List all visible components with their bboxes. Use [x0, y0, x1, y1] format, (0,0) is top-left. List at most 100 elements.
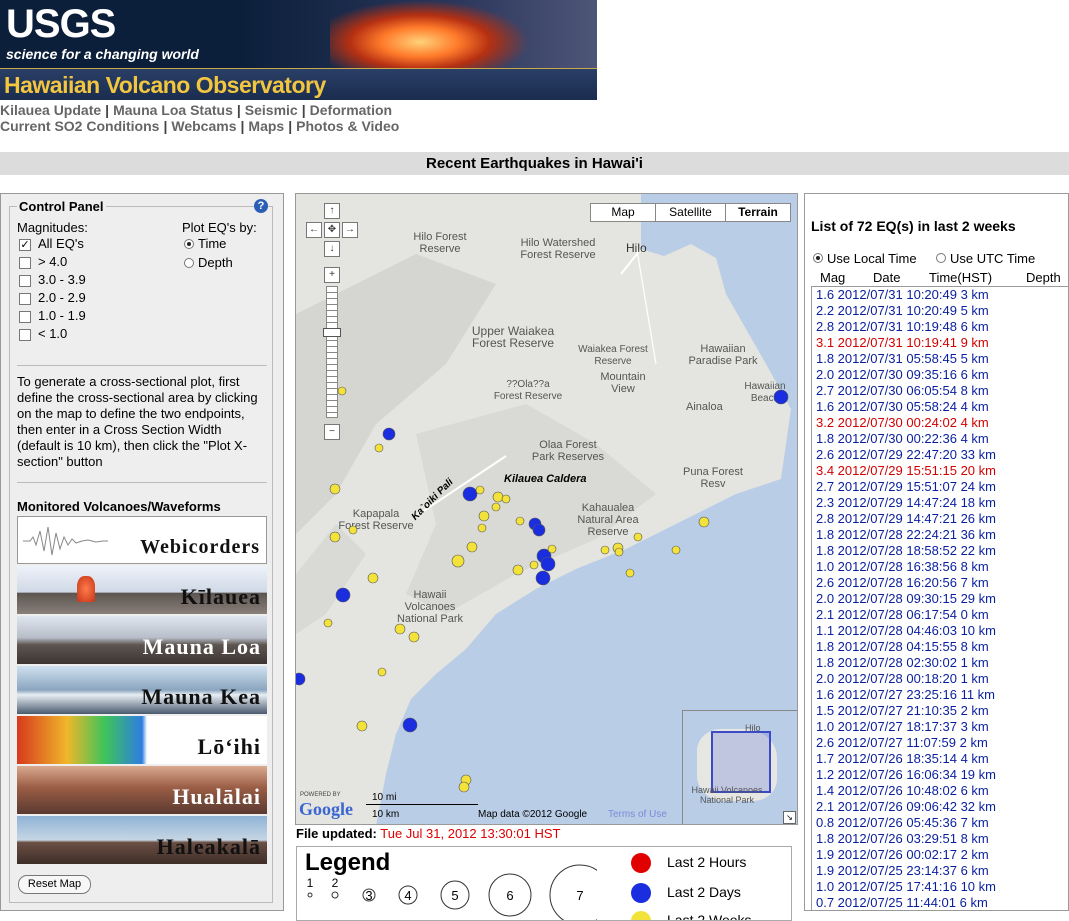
- help-icon[interactable]: ?: [254, 199, 268, 213]
- earthquake-marker[interactable]: [323, 618, 333, 628]
- google-logo[interactable]: Google: [299, 799, 353, 820]
- eq-list-row[interactable]: 1.8 2012/07/28 22:24:21 36 km: [812, 527, 1069, 543]
- eq-list-row[interactable]: 1.6 2012/07/27 23:25:16 11 km: [812, 687, 1069, 703]
- earthquake-marker[interactable]: [478, 510, 490, 522]
- earthquake-marker[interactable]: [367, 572, 379, 584]
- mauna-kea-link[interactable]: Mauna Kea: [17, 666, 267, 714]
- usgs-hvo-banner[interactable]: USGS science for a changing world Hawaii…: [0, 0, 597, 100]
- eq-list[interactable]: 1.6 2012/07/31 10:20:49 3 km 2.2 2012/07/…: [811, 286, 1069, 911]
- earthquake-marker[interactable]: [529, 560, 539, 570]
- eq-list-row[interactable]: 0.7 2012/07/25 11:44:01 6 km: [812, 895, 1069, 910]
- eq-list-row[interactable]: 1.4 2012/07/26 10:48:02 6 km: [812, 783, 1069, 799]
- mauna-loa-link[interactable]: Mauna Loa: [17, 616, 267, 664]
- loihi-link[interactable]: Lō‘ihi: [17, 716, 267, 764]
- eq-list-row[interactable]: 1.5 2012/07/27 21:10:35 2 km: [812, 703, 1069, 719]
- nav-kilauea-update[interactable]: Kilauea Update: [0, 102, 101, 118]
- eq-list-row[interactable]: 2.1 2012/07/26 09:06:42 32 km: [812, 799, 1069, 815]
- eq-list-row[interactable]: 2.2 2012/07/31 10:20:49 5 km: [812, 303, 1069, 319]
- earthquake-marker[interactable]: [462, 486, 478, 502]
- earthquake-marker[interactable]: [402, 717, 418, 733]
- haleakala-link[interactable]: Haleakalā: [17, 816, 267, 864]
- nav-mauna-loa-status[interactable]: Mauna Loa Status: [113, 102, 233, 118]
- earthquake-marker[interactable]: [515, 516, 525, 526]
- magnitude-checkbox[interactable]: [19, 329, 31, 341]
- local-time-radio[interactable]: [813, 253, 823, 263]
- eq-list-row[interactable]: 3.2 2012/07/30 00:24:02 4 km: [812, 415, 1069, 431]
- earthquake-marker[interactable]: [625, 568, 635, 578]
- eq-list-row[interactable]: 3.4 2012/07/29 15:51:15 20 km: [812, 463, 1069, 479]
- earthquake-marker[interactable]: [477, 523, 487, 533]
- eq-list-row[interactable]: 1.1 2012/07/28 04:46:03 10 km: [812, 623, 1069, 639]
- eq-list-row[interactable]: 1.8 2012/07/30 00:22:36 4 km: [812, 431, 1069, 447]
- earthquake-marker[interactable]: [501, 494, 511, 504]
- inset-viewport[interactable]: [711, 731, 771, 793]
- eq-list-row[interactable]: 2.7 2012/07/30 06:05:54 8 km: [812, 383, 1069, 399]
- reset-map-button[interactable]: Reset Map: [18, 875, 91, 894]
- earthquake-marker[interactable]: [492, 491, 504, 503]
- earthquake-marker[interactable]: [394, 623, 406, 635]
- eq-list-row[interactable]: 0.8 2012/07/26 05:45:36 7 km: [812, 815, 1069, 831]
- eq-list-row[interactable]: 1.9 2012/07/26 00:02:17 2 km: [812, 847, 1069, 863]
- earthquake-marker[interactable]: [475, 485, 485, 495]
- earthquake-marker[interactable]: [451, 554, 465, 568]
- earthquake-marker[interactable]: [773, 389, 789, 405]
- eq-list-row[interactable]: 1.0 2012/07/27 18:17:37 3 km: [812, 719, 1069, 735]
- eq-list-row[interactable]: 2.0 2012/07/28 00:18:20 1 km: [812, 671, 1069, 687]
- eq-list-row[interactable]: 1.8 2012/07/28 04:15:55 8 km: [812, 639, 1069, 655]
- magnitude-checkbox[interactable]: [19, 275, 31, 287]
- earthquake-marker[interactable]: [547, 544, 557, 554]
- nav-maps[interactable]: Maps: [248, 118, 284, 134]
- earthquake-marker[interactable]: [698, 516, 710, 528]
- eq-list-row[interactable]: 1.2 2012/07/26 16:06:34 19 km: [812, 767, 1069, 783]
- plot-by-depth-radio[interactable]: [184, 258, 194, 268]
- earthquake-marker[interactable]: [356, 720, 368, 732]
- earthquake-marker[interactable]: [329, 531, 341, 543]
- nav-seismic[interactable]: Seismic: [245, 102, 298, 118]
- eq-list-row[interactable]: 2.0 2012/07/30 09:35:16 6 km: [812, 367, 1069, 383]
- earthquake-marker[interactable]: [671, 545, 681, 555]
- earthquake-marker[interactable]: [335, 587, 351, 603]
- eq-list-row[interactable]: 2.6 2012/07/29 22:47:20 33 km: [812, 447, 1069, 463]
- earthquake-marker[interactable]: [458, 781, 470, 793]
- eq-list-row[interactable]: 3.1 2012/07/31 10:19:41 9 km: [812, 335, 1069, 351]
- nav-photos-video[interactable]: Photos & Video: [296, 118, 399, 134]
- earthquake-marker[interactable]: [382, 427, 396, 441]
- earthquake-marker[interactable]: [377, 667, 387, 677]
- terms-of-use-link[interactable]: Terms of Use: [608, 809, 667, 820]
- eq-list-row[interactable]: 2.0 2012/07/28 09:30:15 29 km: [812, 591, 1069, 607]
- plot-by-time-radio[interactable]: [184, 239, 194, 249]
- eq-list-row[interactable]: 2.1 2012/07/28 06:17:54 0 km: [812, 607, 1069, 623]
- magnitude-checkbox[interactable]: ✓: [19, 239, 31, 251]
- eq-list-row[interactable]: 2.7 2012/07/29 15:51:07 24 km: [812, 479, 1069, 495]
- webicorders-link[interactable]: Webicorders: [17, 516, 267, 564]
- eq-list-row[interactable]: 2.8 2012/07/31 10:19:48 6 km: [812, 319, 1069, 335]
- nav-deformation[interactable]: Deformation: [310, 102, 392, 118]
- earthquake-marker[interactable]: [408, 631, 420, 643]
- inset-toggle-icon[interactable]: ↘: [783, 811, 796, 824]
- hualalai-link[interactable]: Hualālai: [17, 766, 267, 814]
- earthquake-marker[interactable]: [296, 672, 306, 686]
- earthquake-marker[interactable]: [600, 545, 610, 555]
- eq-list-row[interactable]: 1.0 2012/07/25 17:41:16 10 km: [812, 879, 1069, 895]
- eq-list-row[interactable]: 1.0 2012/07/28 16:38:56 8 km: [812, 559, 1069, 575]
- earthquake-marker[interactable]: [329, 483, 341, 495]
- eq-list-row[interactable]: 2.3 2012/07/29 14:47:24 18 km: [812, 495, 1069, 511]
- eq-list-row[interactable]: 1.8 2012/07/28 02:30:02 1 km: [812, 655, 1069, 671]
- earthquake-marker[interactable]: [532, 523, 546, 537]
- earthquake-marker[interactable]: [540, 556, 556, 572]
- eq-list-row[interactable]: 2.6 2012/07/27 11:07:59 2 km: [812, 735, 1069, 751]
- earthquake-marker[interactable]: [374, 443, 384, 453]
- earthquake-map[interactable]: ↑ ← ✥ → ↓ + − Map Satellite Terrain Hilo…: [295, 193, 798, 825]
- eq-list-row[interactable]: 1.7 2012/07/26 18:35:14 4 km: [812, 751, 1069, 767]
- eq-list-row[interactable]: 1.8 2012/07/28 18:58:52 22 km: [812, 543, 1069, 559]
- eq-list-row[interactable]: 2.6 2012/07/28 16:20:56 7 km: [812, 575, 1069, 591]
- eq-list-row[interactable]: 1.8 2012/07/31 05:58:45 5 km: [812, 351, 1069, 367]
- magnitude-checkbox[interactable]: [19, 293, 31, 305]
- earthquake-marker[interactable]: [348, 525, 358, 535]
- nav-webcams[interactable]: Webcams: [171, 118, 236, 134]
- earthquake-marker[interactable]: [466, 541, 478, 553]
- earthquake-marker[interactable]: [614, 547, 624, 557]
- magnitude-checkbox[interactable]: [19, 257, 31, 269]
- eq-list-row[interactable]: 2.8 2012/07/29 14:47:21 26 km: [812, 511, 1069, 527]
- eq-list-row[interactable]: 1.6 2012/07/31 10:20:49 3 km: [812, 287, 1069, 303]
